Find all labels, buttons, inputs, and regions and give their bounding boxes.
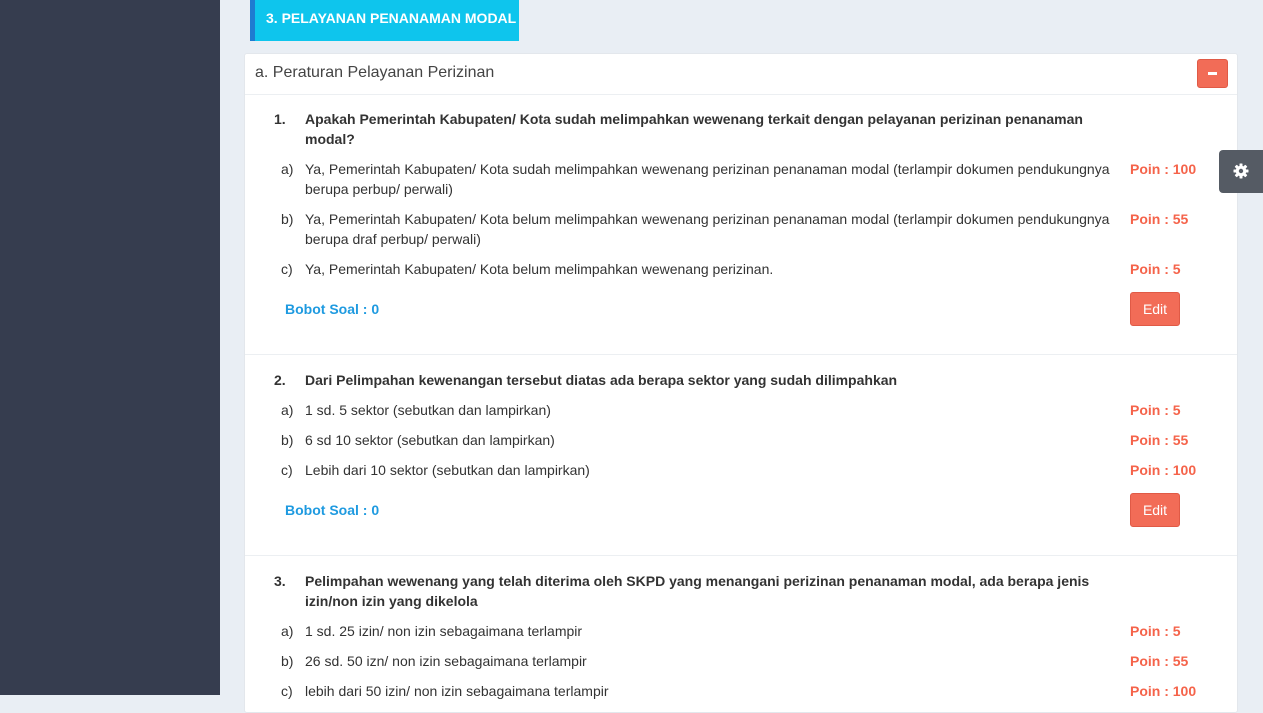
divider <box>245 354 1237 355</box>
section-tab[interactable]: 3. PELAYANAN PENANAMAN MODAL <box>250 0 519 41</box>
divider <box>245 555 1237 556</box>
option-3c-text: lebih dari 50 izin/ non izin sebagaimana… <box>305 683 609 699</box>
panel-title: a. Peraturan Pelayanan Perizinan <box>255 64 495 81</box>
question-2-edit-button[interactable]: Edit <box>1130 493 1180 527</box>
option-1c-letter: c) <box>281 261 293 277</box>
option-2b-text: 6 sd 10 sektor (sebutkan dan lampirkan) <box>305 432 555 448</box>
sidebar <box>0 0 220 695</box>
question-1-edit-button[interactable]: Edit <box>1130 292 1180 326</box>
option-2b-poin: Poin : 55 <box>1130 432 1189 448</box>
option-1a-text: Ya, Pemerintah Kabupaten/ Kota sudah mel… <box>305 161 1110 197</box>
question-1-number: 1. <box>274 111 286 127</box>
panel-header: a. Peraturan Pelayanan Perizinan <box>245 54 1237 95</box>
question-1-text: Apakah Pemerintah Kabupaten/ Kota sudah … <box>305 111 1083 147</box>
question-2-text: Dari Pelimpahan kewenangan tersebut diat… <box>305 372 898 388</box>
option-1b-poin: Poin : 55 <box>1130 211 1189 227</box>
option-2c-letter: c) <box>281 462 293 478</box>
option-3c-poin: Poin : 100 <box>1130 683 1197 699</box>
option-2a-poin: Poin : 5 <box>1130 402 1181 418</box>
question-2-number: 2. <box>274 372 286 388</box>
settings-button[interactable] <box>1219 150 1263 193</box>
option-3a-text: 1 sd. 25 izin/ non izin sebagaimana terl… <box>305 623 583 639</box>
option-1b-letter: b) <box>281 211 294 227</box>
question-1-bobot: Bobot Soal : 0 <box>285 301 380 317</box>
option-1c-poin: Poin : 5 <box>1130 261 1181 277</box>
option-1a-letter: a) <box>281 161 294 177</box>
option-3a-letter: a) <box>281 623 294 639</box>
option-2c-poin: Poin : 100 <box>1130 462 1197 478</box>
option-1b-text: Ya, Pemerintah Kabupaten/ Kota belum mel… <box>305 211 1110 247</box>
option-3c-letter: c) <box>281 683 293 699</box>
minus-icon <box>1208 72 1217 75</box>
gear-icon <box>1233 163 1249 179</box>
option-3b-text: 26 sd. 50 izn/ non izin sebagaimana terl… <box>305 653 587 669</box>
option-2c-text: Lebih dari 10 sektor (sebutkan dan lampi… <box>305 462 590 478</box>
question-2-bobot: Bobot Soal : 0 <box>285 502 380 518</box>
option-1c-text: Ya, Pemerintah Kabupaten/ Kota belum mel… <box>305 261 774 277</box>
question-panel: a. Peraturan Pelayanan Perizinan 1. Apak… <box>244 53 1238 713</box>
option-1a-poin: Poin : 100 <box>1130 161 1197 177</box>
option-3b-letter: b) <box>281 653 294 669</box>
question-3-number: 3. <box>274 573 286 589</box>
collapse-button[interactable] <box>1197 59 1228 88</box>
option-2a-letter: a) <box>281 402 294 418</box>
option-2a-text: 1 sd. 5 sektor (sebutkan dan lampirkan) <box>305 402 551 418</box>
option-3a-poin: Poin : 5 <box>1130 623 1181 639</box>
option-3b-poin: Poin : 55 <box>1130 653 1189 669</box>
option-2b-letter: b) <box>281 432 294 448</box>
question-3-text: Pelimpahan wewenang yang telah diterima … <box>305 573 1090 609</box>
